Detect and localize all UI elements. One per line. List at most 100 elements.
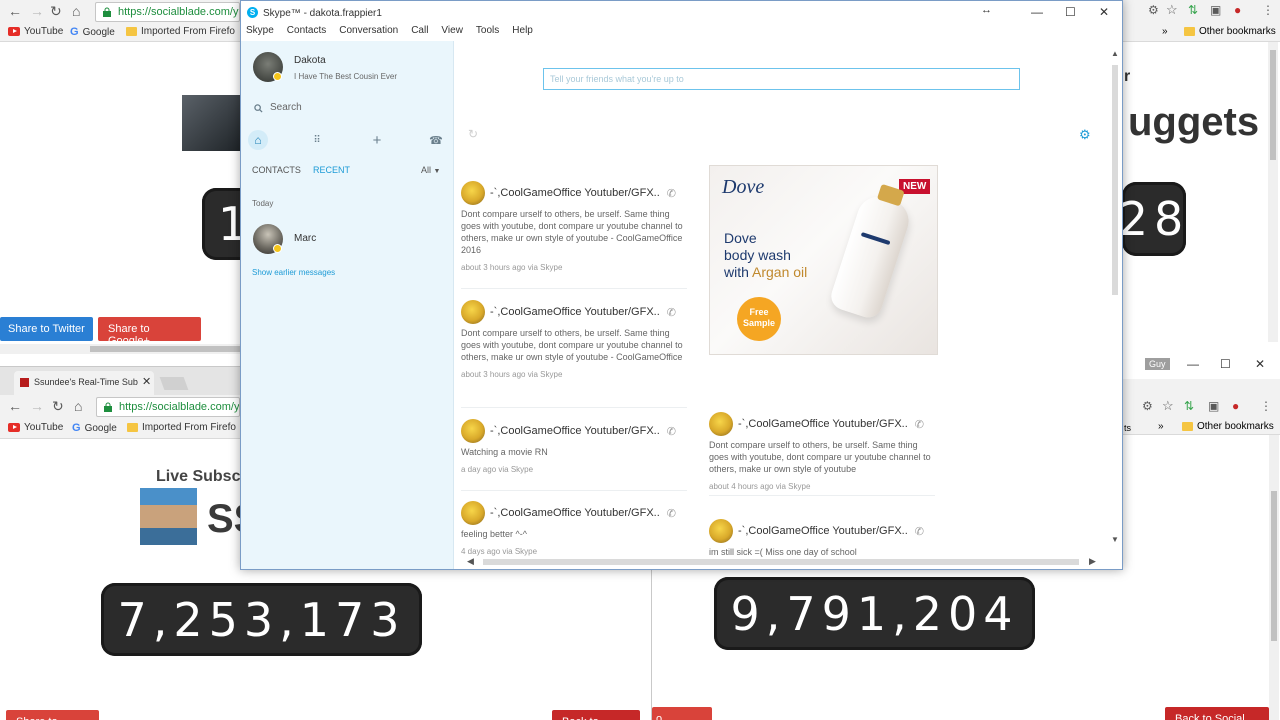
menu-view[interactable]: View <box>441 25 463 41</box>
feed-item[interactable]: -`,CoolGameOffice Youtuber/GFX.. ✆ Dont c… <box>709 412 939 491</box>
extension-icon[interactable]: ⇅ <box>1184 399 1194 413</box>
phone-icon[interactable]: ✆ <box>915 418 924 431</box>
back-icon[interactable]: ← <box>8 3 22 19</box>
bookmark-youtube[interactable]: YouTube <box>8 422 63 433</box>
directory-icon[interactable]: ☎ <box>426 130 446 150</box>
scroll-up-icon[interactable]: ▲ <box>1111 49 1119 58</box>
back-to-socialblade-button[interactable]: Back to Social Blad <box>1165 707 1269 720</box>
share-google-button[interactable]: Share to Google+ <box>6 710 99 720</box>
scroll-right-icon[interactable]: ▶ <box>1089 556 1096 567</box>
menu-help[interactable]: Help <box>512 25 533 41</box>
phone-icon[interactable]: ✆ <box>667 507 676 520</box>
ad-free-sample-button[interactable]: Free Sample <box>737 297 781 341</box>
address-bar[interactable]: https://socialblade.com/yo <box>96 397 240 417</box>
share-twitter-button[interactable]: Share to Twitter <box>0 317 93 341</box>
new-tab-button[interactable] <box>159 377 189 390</box>
settings-gear-icon[interactable]: ⚙ <box>1079 127 1091 143</box>
feed-item[interactable]: -`,CoolGameOffice Youtuber/GFX.. ✆ Watchi… <box>461 419 691 474</box>
dove-advertisement[interactable]: Dove NEW Dove body wash with Argan oil F… <box>709 165 938 355</box>
filter-dropdown[interactable]: All ▼ <box>421 165 440 175</box>
profile-mood[interactable]: I Have The Best Cousin Ever <box>294 72 397 81</box>
phone-icon[interactable]: ✆ <box>667 306 676 319</box>
refresh-icon[interactable]: ↻ <box>468 127 478 141</box>
vertical-scrollbar[interactable] <box>1268 42 1278 342</box>
bookmark-other[interactable]: Other bookmarks <box>1182 421 1274 432</box>
bookmark-youtube[interactable]: YouTube <box>8 26 63 37</box>
close-tab-icon[interactable]: ✕ <box>142 375 151 388</box>
home-icon[interactable]: ⌂ <box>74 398 82 414</box>
feed-item[interactable]: -`,CoolGameOffice Youtuber/GFX.. ✆ feelin… <box>461 501 691 556</box>
bookmark-google[interactable]: G Google <box>72 422 117 434</box>
bookmark-google[interactable]: G Google <box>70 26 115 38</box>
status-away-icon[interactable] <box>273 72 282 81</box>
feed-meta: about 3 hours ago via Skype <box>461 370 563 379</box>
extension-icon[interactable]: ⚙ <box>1148 3 1159 17</box>
bookmark-imported[interactable]: Imported From Firefo <box>127 422 236 433</box>
share-google-button[interactable]: Share to Google+ <box>98 317 201 347</box>
menu-skype[interactable]: Skype <box>246 25 274 41</box>
lock-icon <box>104 402 112 412</box>
minimize-button[interactable]: — <box>1031 5 1043 19</box>
scroll-thumb[interactable] <box>90 346 240 352</box>
extension-icon[interactable]: ▣ <box>1210 3 1221 17</box>
reload-icon[interactable]: ↻ <box>52 398 64 415</box>
menu-contacts[interactable]: Contacts <box>287 25 326 41</box>
menu-tools[interactable]: Tools <box>476 25 499 41</box>
scroll-thumb[interactable] <box>1270 50 1276 160</box>
browser-tab[interactable]: Ssundee's Real-Time Sub ✕ <box>14 371 154 395</box>
bookmark-star-icon[interactable]: ☆ <box>1162 398 1174 414</box>
extension-icon[interactable]: ● <box>1232 399 1239 413</box>
feed-item[interactable]: -`,CoolGameOffice Youtuber/GFX.. ✆ im sti… <box>709 519 939 557</box>
scroll-thumb[interactable] <box>1271 491 1277 641</box>
bookmark-star-icon[interactable]: ☆ <box>1166 2 1178 18</box>
tab-recent[interactable]: RECENT <box>313 165 350 175</box>
chevron-right-icon[interactable]: » <box>1158 421 1164 432</box>
show-earlier-link[interactable]: Show earlier messages <box>252 268 335 277</box>
close-window-button[interactable]: ✕ <box>1255 357 1265 371</box>
share-google-button[interactable]: o Google+ <box>652 707 712 720</box>
extension-icon[interactable]: ● <box>1234 3 1241 17</box>
skype-logo-icon: S <box>247 7 258 18</box>
scroll-left-icon[interactable]: ◀ <box>467 556 474 567</box>
extension-icon[interactable]: ⇅ <box>1188 3 1198 17</box>
vertical-scrollbar[interactable] <box>1269 435 1279 720</box>
feed-item[interactable]: -`,CoolGameOffice Youtuber/GFX.. ✆ Dont c… <box>461 181 691 272</box>
scroll-down-icon[interactable]: ▼ <box>1111 535 1119 544</box>
menu-conversation[interactable]: Conversation <box>339 25 398 41</box>
mood-message-input[interactable]: Tell your friends what you're up to <box>543 68 1020 90</box>
chevron-right-icon[interactable]: » <box>1162 26 1168 37</box>
tab-contacts[interactable]: CONTACTS <box>252 165 301 175</box>
home-icon[interactable]: ⌂ <box>248 130 268 150</box>
minimize-button[interactable]: — <box>1187 357 1199 371</box>
search-input[interactable]: Search <box>270 102 440 113</box>
address-bar[interactable]: https://socialblade.com/yo <box>95 2 240 22</box>
profile-name[interactable]: Dakota <box>294 55 326 66</box>
phone-icon[interactable]: ✆ <box>667 187 676 200</box>
extension-icon[interactable]: ⚙ <box>1142 399 1153 413</box>
feed-horizontal-scrollbar[interactable]: ◀ ▶ <box>465 556 1101 567</box>
scroll-thumb[interactable] <box>483 559 1079 565</box>
dialpad-icon[interactable]: ⠿ <box>307 130 327 150</box>
menu-call[interactable]: Call <box>411 25 428 41</box>
menu-icon[interactable]: ⋮ <box>1260 399 1272 413</box>
feed-item[interactable]: -`,CoolGameOffice Youtuber/GFX.. ✆ Dont c… <box>461 300 691 379</box>
maximize-button[interactable]: ☐ <box>1065 5 1076 19</box>
phone-icon[interactable]: ✆ <box>915 525 924 538</box>
back-to-socialblade-button[interactable]: Back to Social Bl <box>552 710 640 720</box>
maximize-button[interactable]: ☐ <box>1220 357 1231 371</box>
bookmark-imported[interactable]: Imported From Firefo <box>126 26 235 37</box>
add-contact-icon[interactable]: + <box>367 130 387 150</box>
feed-vertical-scrollbar[interactable]: ▲ ▼ <box>1110 45 1120 549</box>
extension-icon[interactable]: ▣ <box>1208 399 1219 413</box>
scroll-thumb[interactable] <box>1112 65 1118 295</box>
reload-icon[interactable]: ↻ <box>50 3 62 20</box>
back-icon[interactable]: ← <box>8 398 22 414</box>
phone-icon[interactable]: ✆ <box>667 425 676 438</box>
recent-contact-name[interactable]: Marc <box>294 233 316 244</box>
bookmark-other[interactable]: Other bookmarks <box>1184 26 1276 37</box>
menu-icon[interactable]: ⋮ <box>1262 3 1274 17</box>
home-icon[interactable]: ⌂ <box>72 3 80 19</box>
close-window-button[interactable]: ✕ <box>1099 5 1109 19</box>
forward-icon[interactable]: → <box>30 398 44 414</box>
forward-icon[interactable]: → <box>30 3 44 19</box>
